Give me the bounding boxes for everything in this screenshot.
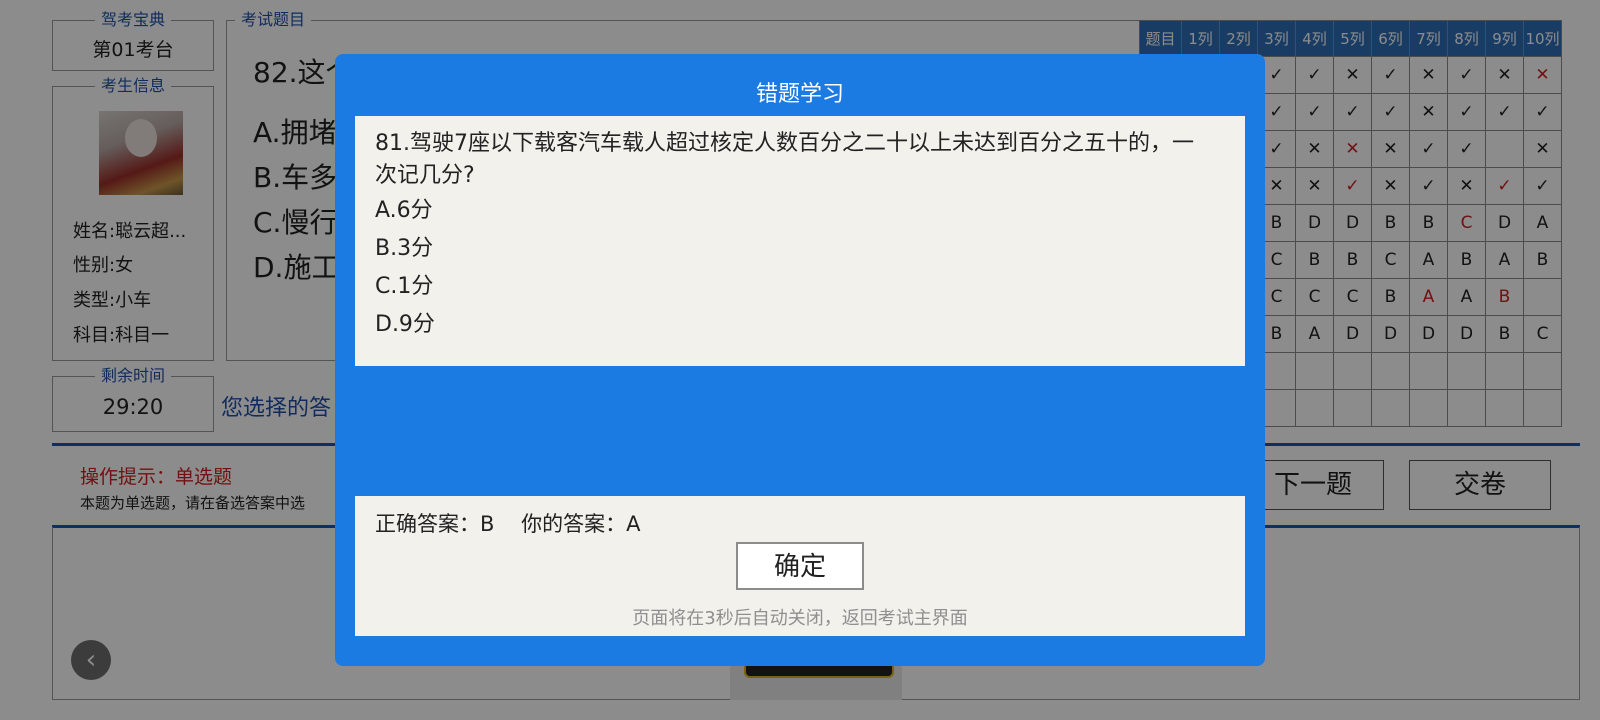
dialog-question: 81.驾驶7座以下载客汽车载人超过核定人数百分之二十以上未达到百分之五十的，一次… [375, 131, 1194, 188]
dialog-option: B.3分 [375, 236, 434, 261]
dialog-option: D.9分 [375, 312, 435, 337]
confirm-button[interactable]: 确定 [736, 542, 864, 590]
answer-comparison: 正确答案：B 你的答案：A [375, 512, 641, 536]
wrong-answer-dialog: 错题学习 81.驾驶7座以下载客汽车载人超过核定人数百分之二十以上未达到百分之五… [335, 54, 1265, 666]
dialog-option: A.6分 [375, 198, 433, 223]
dialog-title: 错题学习 [755, 82, 844, 107]
dialog-answer-panel: 正确答案：B 你的答案：A 确定 页面将在3秒后自动关闭，返回考试主界面 [355, 496, 1245, 636]
auto-close-note: 页面将在3秒后自动关闭，返回考试主界面 [632, 608, 968, 629]
dialog-question-panel: 81.驾驶7座以下载客汽车载人超过核定人数百分之二十以上未达到百分之五十的，一次… [355, 116, 1245, 366]
dialog-option: C.1分 [375, 274, 434, 299]
